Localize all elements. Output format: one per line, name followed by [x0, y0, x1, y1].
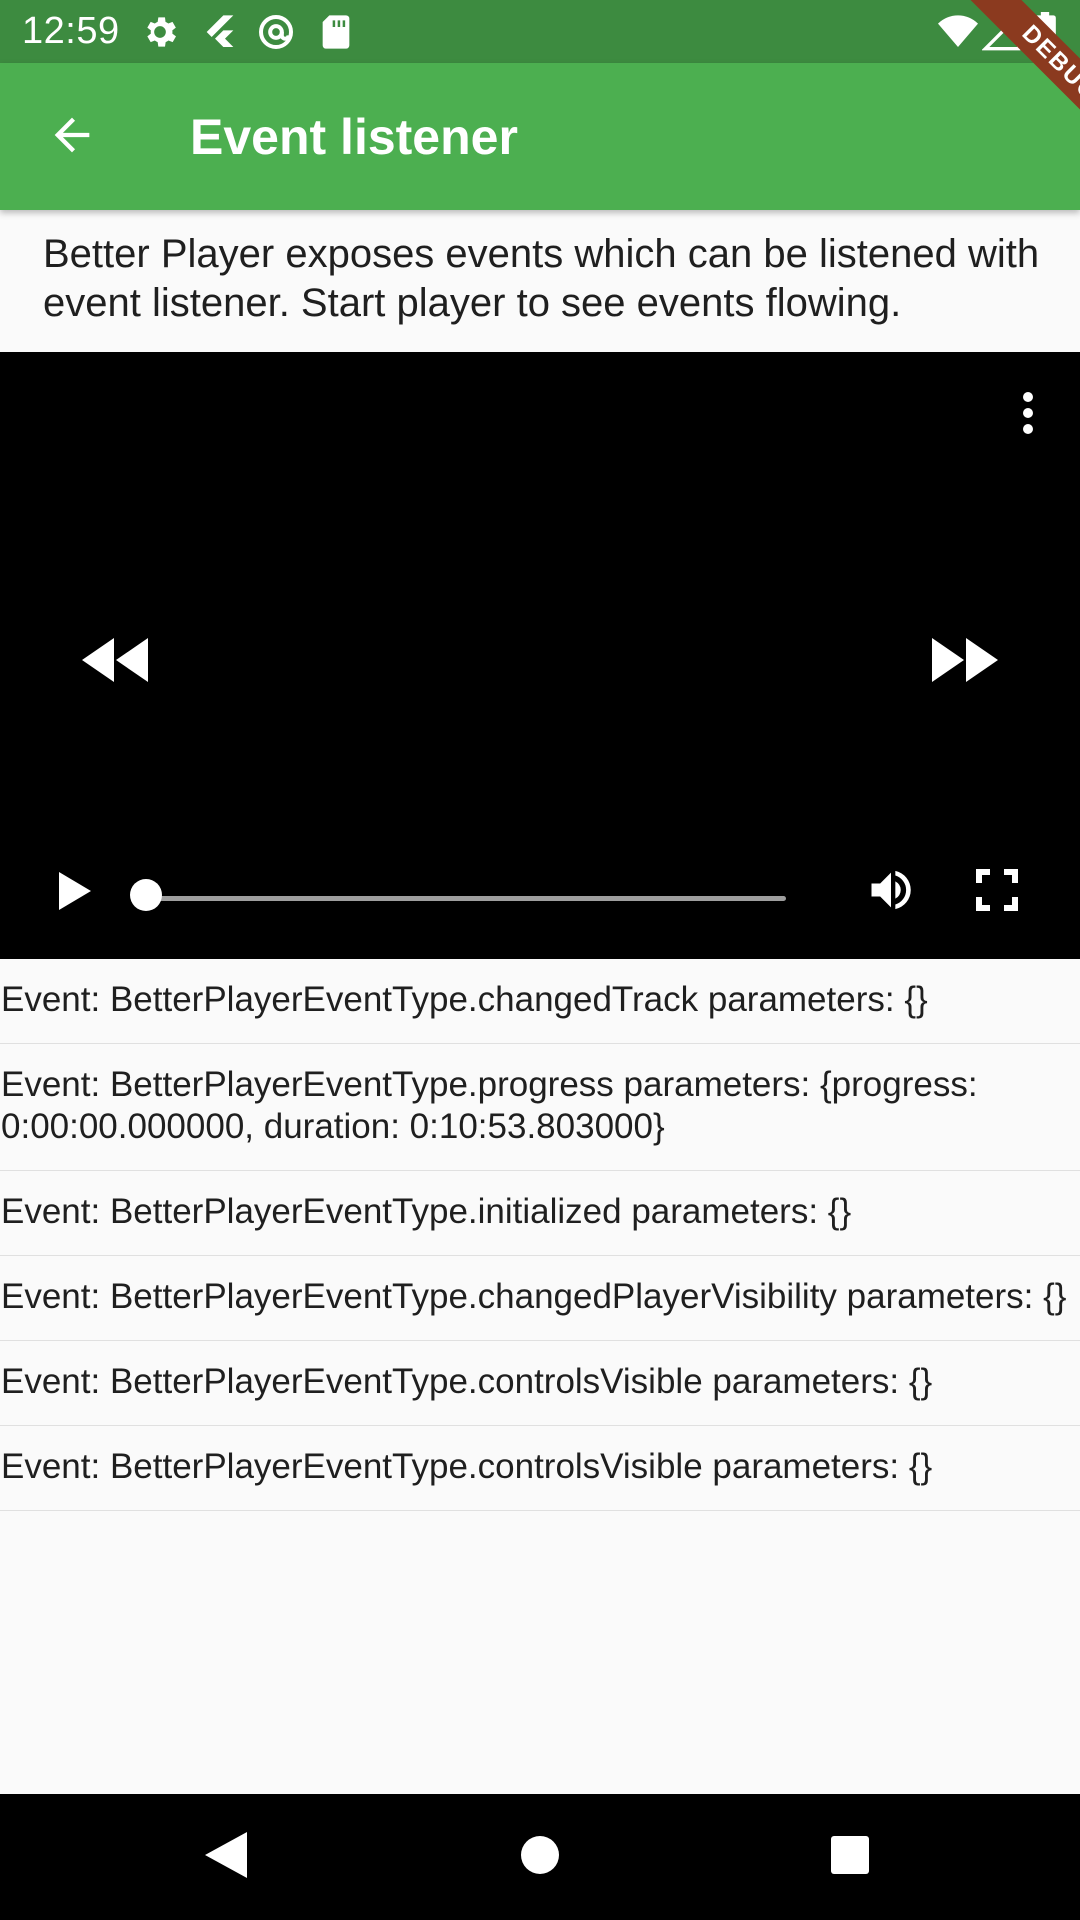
progress-bar[interactable]: [146, 896, 786, 901]
event-item: Event: BetterPlayerEventType.changedTrac…: [0, 959, 1080, 1044]
arrow-back-icon: [46, 109, 98, 166]
fast-forward-icon: [932, 637, 998, 687]
status-bar: 12:59: [0, 0, 1080, 63]
signal-icon: [981, 11, 1022, 52]
event-item: Event: BetterPlayerEventType.progress pa…: [0, 1044, 1080, 1171]
settings-icon: [140, 12, 180, 52]
play-button[interactable]: [40, 858, 110, 928]
nav-recents-icon: [830, 1835, 870, 1880]
back-button[interactable]: [24, 89, 120, 185]
event-item: Event: BetterPlayerEventType.changedPlay…: [0, 1256, 1080, 1341]
sd-card-icon: [316, 12, 356, 52]
event-item: Event: BetterPlayerEventType.initialized…: [0, 1171, 1080, 1256]
nav-back-icon: [205, 1831, 247, 1883]
flutter-icon: [200, 12, 240, 52]
status-time: 12:59: [22, 10, 120, 52]
page-title: Event listener: [190, 109, 518, 165]
navigation-bar: [0, 1794, 1080, 1920]
event-item: Event: BetterPlayerEventType.controlsVis…: [0, 1426, 1080, 1511]
video-player[interactable]: [0, 352, 1080, 959]
nav-back-button[interactable]: [186, 1817, 266, 1897]
app-bar: Event listener: [0, 63, 1080, 210]
more-vert-icon: [1021, 391, 1035, 440]
nav-recents-button[interactable]: [810, 1817, 890, 1897]
wifi-icon: [938, 12, 978, 52]
rewind-button[interactable]: [70, 622, 160, 702]
battery-icon: [1032, 12, 1058, 53]
description-text: Better Player exposes events which can b…: [43, 232, 1040, 325]
event-list: Event: BetterPlayerEventType.changedTrac…: [0, 959, 1080, 1511]
rewind-icon: [82, 637, 148, 687]
nav-home-icon: [520, 1835, 560, 1880]
volume-button[interactable]: [856, 852, 926, 932]
nav-home-button[interactable]: [500, 1817, 580, 1897]
more-options-button[interactable]: [998, 380, 1058, 450]
at-sign-icon: [256, 12, 296, 52]
fullscreen-icon: [976, 868, 1018, 916]
fullscreen-button[interactable]: [962, 852, 1032, 932]
fast-forward-button[interactable]: [920, 622, 1010, 702]
volume-icon: [865, 864, 917, 921]
play-icon: [59, 871, 91, 915]
progress-thumb[interactable]: [130, 879, 162, 911]
event-item: Event: BetterPlayerEventType.controlsVis…: [0, 1341, 1080, 1426]
